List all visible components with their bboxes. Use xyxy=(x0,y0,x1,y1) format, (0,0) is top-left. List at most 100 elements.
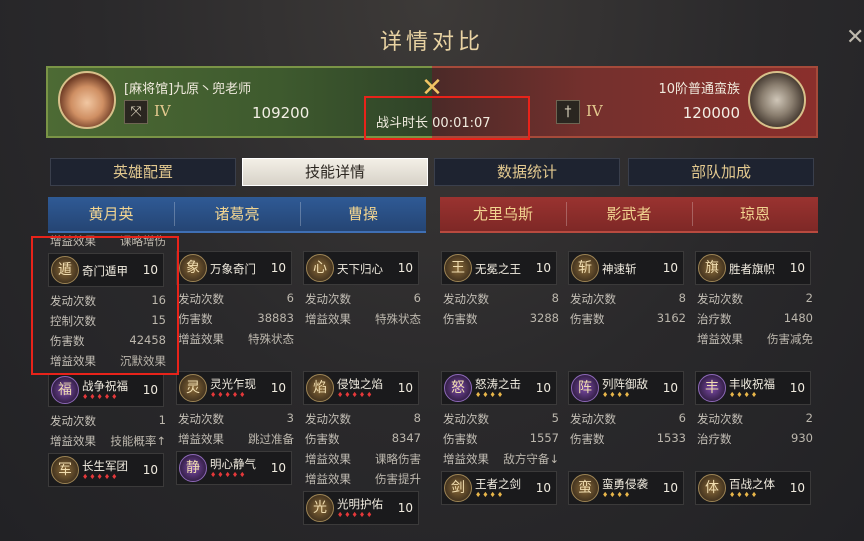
hero-tab-caocao[interactable]: 曹操 xyxy=(300,197,426,231)
skill-stars: ♦♦♦♦ xyxy=(729,491,759,499)
skill-name: 王者之剑 xyxy=(475,477,521,491)
skill-icon: 福 xyxy=(51,376,79,404)
skill-stars: ♦♦♦♦ xyxy=(729,391,759,399)
player-avatar[interactable] xyxy=(58,71,116,129)
tab-data-stats[interactable]: 数据统计 xyxy=(434,158,620,186)
stat-row: 发动次数 8 xyxy=(305,411,421,431)
skill-card[interactable]: 灵灵光乍现 ♦♦♦♦♦ 10 xyxy=(176,371,292,405)
skill-card[interactable]: 剑王者之剑 ♦♦♦♦ 10 xyxy=(441,471,557,505)
stat-row: 发动次数 2 xyxy=(697,411,813,431)
stat-value: 沉默效果 xyxy=(120,354,166,368)
tab-hero-config[interactable]: 英雄配置 xyxy=(50,158,236,186)
stat-value: 2 xyxy=(805,291,813,305)
stat-label: 发动次数 xyxy=(443,292,489,306)
tab-troop-bonus[interactable]: 部队加成 xyxy=(628,158,814,186)
skill-level: 10 xyxy=(270,261,286,275)
player-power: 109200 xyxy=(252,104,310,122)
stat-value: 38883 xyxy=(257,311,294,325)
stat-label: 发动次数 xyxy=(570,412,616,426)
skill-card[interactable]: 福战争祝福 ♦♦♦♦♦ 10 xyxy=(48,373,164,407)
skill-icon: 丰 xyxy=(698,374,726,402)
stat-row: 发动次数 16 xyxy=(50,293,166,313)
skill-card[interactable]: 静明心静气 ♦♦♦♦♦ 10 xyxy=(176,451,292,485)
skill-icon: 灵 xyxy=(179,374,207,402)
stat-row: 发动次数 8 xyxy=(570,291,686,311)
skill-card[interactable]: 光光明护佑 ♦♦♦♦♦ 10 xyxy=(303,491,419,525)
stat-value: 8 xyxy=(678,291,686,305)
skill-card[interactable]: 蛮蛮勇侵袭 ♦♦♦♦ 10 xyxy=(568,471,684,505)
skill-level: 10 xyxy=(662,381,678,395)
skill-card[interactable]: 军长生军团 ♦♦♦♦♦ 10 xyxy=(48,453,164,487)
stat-value: 6 xyxy=(286,291,294,305)
skill-icon: 静 xyxy=(179,454,207,482)
skill-card[interactable]: 旗胜者旗帜 10 xyxy=(695,251,811,285)
skill-stars: ♦♦♦♦ xyxy=(602,491,632,499)
skill-card[interactable]: 怒怒涛之击 ♦♦♦♦ 10 xyxy=(441,371,557,405)
stat-value: 3 xyxy=(286,411,294,425)
duration-value: 00:01:07 xyxy=(432,116,491,131)
skill-name: 灵光乍现 xyxy=(210,377,256,391)
stat-label: 发动次数 xyxy=(50,414,96,428)
stat-value: 6 xyxy=(413,291,421,305)
skill-card[interactable]: 斩神速斩 10 xyxy=(568,251,684,285)
skill-stars: ♦♦♦♦♦ xyxy=(337,511,374,519)
stat-value: 8 xyxy=(551,291,559,305)
stat-row: 增益效果 课略伤害 xyxy=(305,451,421,471)
hero-tab-julius[interactable]: 尤里乌斯 xyxy=(440,197,566,231)
skill-card[interactable]: 焰侵蚀之焰 ♦♦♦♦♦ 10 xyxy=(303,371,419,405)
stat-label: 发动次数 xyxy=(697,292,743,306)
stat-label: 增益效果 xyxy=(50,234,96,248)
tab-bar: 英雄配置 技能详情 数据统计 部队加成 xyxy=(50,158,818,186)
stat-row: 控制次数 15 xyxy=(50,313,166,333)
stat-label: 发动次数 xyxy=(178,292,224,306)
hero-tab-shadow-warrior[interactable]: 影武者 xyxy=(566,197,692,231)
hero-tab-zhugeliang[interactable]: 诸葛亮 xyxy=(174,197,300,231)
battle-banner: [麻将馆]九原丶兜老师 ⤧ IV 109200 ✕ 战斗时长 00:01:07 … xyxy=(46,66,818,140)
skill-card[interactable]: 遁奇门遁甲 10 xyxy=(48,253,164,287)
stat-value: 特殊状态 xyxy=(375,312,421,326)
skill-name: 侵蚀之焰 xyxy=(337,377,383,391)
hero-tab-jon[interactable]: 琼恩 xyxy=(692,197,818,231)
stat-label: 增益效果 xyxy=(178,432,224,446)
hero-tab-huangyueying[interactable]: 黄月英 xyxy=(48,197,174,231)
skill-name: 胜者旗帜 xyxy=(729,262,775,276)
stat-row: 发动次数 6 xyxy=(570,411,686,431)
stat-row: 伤害数 1533 xyxy=(570,431,686,451)
skill-icon: 王 xyxy=(444,254,472,282)
skill-level: 10 xyxy=(662,481,678,495)
stat-row: 发动次数 3 xyxy=(178,411,294,431)
skill-card[interactable]: 阵列阵御敌 ♦♦♦♦ 10 xyxy=(568,371,684,405)
stat-value: 1480 xyxy=(783,311,813,325)
skill-name: 明心静气 xyxy=(210,457,256,471)
duration-label: 战斗时长 xyxy=(376,116,429,131)
stat-label: 伤害数 xyxy=(443,432,478,446)
skill-card[interactable]: 王无冕之王 10 xyxy=(441,251,557,285)
skill-icon: 阵 xyxy=(571,374,599,402)
skill-card[interactable]: 体百战之体 ♦♦♦♦ 10 xyxy=(695,471,811,505)
stat-row: 增益效果 跳过准备 xyxy=(178,431,294,451)
skill-icon: 怒 xyxy=(444,374,472,402)
skill-name: 战争祝福 xyxy=(82,379,128,393)
stat-value: 课略增伤 xyxy=(120,234,166,248)
ally-hero-header: 黄月英 诸葛亮 曹操 xyxy=(48,197,426,233)
stat-label: 发动次数 xyxy=(50,294,96,308)
skill-icon: 蛮 xyxy=(571,474,599,502)
skill-level: 10 xyxy=(662,261,678,275)
stat-row: 发动次数 6 xyxy=(178,291,294,311)
stat-label: 伤害数 xyxy=(305,432,340,446)
skill-card[interactable]: 象万象奇门 10 xyxy=(176,251,292,285)
enemy-avatar[interactable] xyxy=(748,71,806,129)
tab-skill-details[interactable]: 技能详情 xyxy=(242,158,428,186)
stat-value: 课略伤害 xyxy=(375,452,421,466)
stat-label: 发动次数 xyxy=(305,292,351,306)
skill-icon: 斩 xyxy=(571,254,599,282)
skill-card[interactable]: 丰丰收祝福 ♦♦♦♦ 10 xyxy=(695,371,811,405)
skill-icon: 剑 xyxy=(444,474,472,502)
skill-card[interactable]: 心天下归心 10 xyxy=(303,251,419,285)
skill-name: 光明护佑 xyxy=(337,497,383,511)
skill-name: 长生军团 xyxy=(82,459,128,473)
stat-label: 控制次数 xyxy=(50,314,96,328)
skill-name: 丰收祝福 xyxy=(729,377,775,391)
skill-level: 10 xyxy=(789,381,805,395)
close-icon[interactable]: ✕ xyxy=(846,26,864,50)
